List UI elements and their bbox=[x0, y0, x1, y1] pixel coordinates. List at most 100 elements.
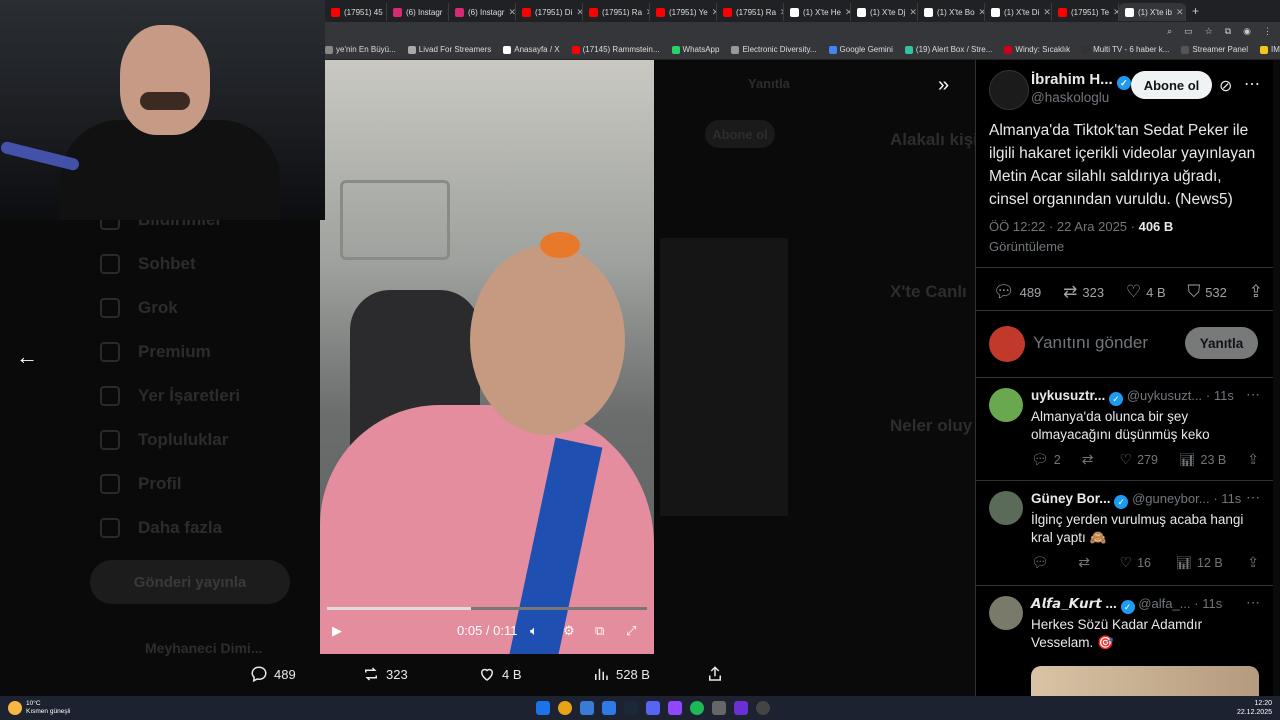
reply-item[interactable]: Güney Bor... ✓ @guneybor... · 11s ⋯ İlginç… bbox=[976, 480, 1273, 585]
tab-close-icon[interactable]: ✕ bbox=[576, 7, 582, 18]
new-tab-icon[interactable]: + bbox=[1186, 4, 1205, 18]
browser-tab[interactable]: (17951) Ye✕ bbox=[650, 3, 717, 21]
menu-icon[interactable]: ⋮ bbox=[1263, 26, 1272, 37]
reply-views-action[interactable]: 📊︎ 12 B bbox=[1175, 555, 1222, 571]
subscribe-button[interactable]: Abone ol bbox=[1131, 71, 1212, 99]
stat-replies[interactable]: 489 bbox=[250, 665, 296, 683]
browser-tab[interactable]: (17951) Ra✕ bbox=[717, 3, 784, 21]
start-icon[interactable] bbox=[536, 701, 550, 715]
tab-close-icon[interactable]: ✕ bbox=[909, 7, 917, 18]
fullscreen-icon[interactable]: ⤢ bbox=[626, 623, 636, 639]
bookmark-item[interactable]: (19) Alert Box / Stre... bbox=[904, 45, 992, 54]
reply-like-action[interactable]: ♡ 279 bbox=[1120, 451, 1158, 468]
browser-tab[interactable]: (1) X'te Dj ✕ bbox=[851, 3, 918, 21]
bookmark-item[interactable]: WhatsApp bbox=[671, 45, 719, 54]
chrome-icon[interactable] bbox=[558, 701, 572, 715]
tab-close-icon[interactable]: ✕ bbox=[1176, 7, 1184, 18]
share-action-icon[interactable]: ⇪ bbox=[1249, 282, 1263, 302]
app-icon[interactable] bbox=[712, 701, 726, 715]
browser-tab[interactable]: (1) X'te He✕ bbox=[784, 3, 851, 21]
discord-icon[interactable] bbox=[646, 701, 660, 715]
reply-action[interactable]: 💬︎ 489 bbox=[993, 282, 1041, 302]
reply-handle[interactable]: @guneybor... bbox=[1132, 491, 1210, 506]
bookmark-item[interactable]: Livad For Streamers bbox=[407, 45, 491, 54]
reply-reply-action[interactable]: 💬︎ 2 bbox=[1031, 451, 1061, 468]
bookmark-item[interactable]: Electronic Diversity... bbox=[731, 45, 817, 54]
reply-item[interactable]: 𝘼𝙡𝙛𝙖_𝙆𝙪𝙧𝙩 ... ✓ @alfa_... · 11s ⋯ Herkes S… bbox=[976, 585, 1273, 696]
bookmark-item[interactable]: Multi TV - 6 haber k... bbox=[1082, 45, 1169, 54]
author-avatar[interactable] bbox=[989, 70, 1029, 110]
grok-icon[interactable]: ⊘ bbox=[1219, 76, 1232, 96]
browser-tab[interactable]: (6) Instagr✕ bbox=[449, 3, 516, 21]
bookmark-item[interactable]: ye'nin En Büyü... bbox=[325, 45, 396, 54]
stat-views[interactable]: 528 B bbox=[592, 665, 650, 683]
repost-action[interactable]: ⇄ 323 bbox=[1063, 282, 1104, 302]
expand-panel-icon[interactable]: » bbox=[938, 74, 949, 97]
cast-icon[interactable]: ▭ bbox=[1184, 26, 1193, 37]
explorer-icon[interactable] bbox=[580, 701, 594, 715]
tab-close-icon[interactable]: ✕ bbox=[508, 7, 515, 18]
video-player[interactable]: ▶ 0:05 / 0:11 🔈︎ ⚙︎ ⧉ ⤢ bbox=[320, 60, 654, 654]
reply-submit-button[interactable]: Yanıtla bbox=[1185, 327, 1258, 359]
browser-tab[interactable]: (17951) Ra✕ bbox=[583, 3, 650, 21]
reply-avatar[interactable] bbox=[989, 491, 1023, 525]
profile-icon[interactable]: ◉ bbox=[1243, 26, 1251, 37]
browser-tab[interactable]: (17951) Di✕ bbox=[516, 3, 583, 21]
browser-tab[interactable]: (1) X'te Bo✕ bbox=[918, 3, 985, 21]
reply-handle[interactable]: @uykusuzt... bbox=[1127, 388, 1202, 403]
bookmark-item[interactable]: Google Gemini bbox=[828, 45, 893, 54]
reply-repost-action[interactable]: ⇄ bbox=[1082, 451, 1099, 468]
play-icon[interactable]: ▶ bbox=[332, 623, 342, 639]
reply-repost-action[interactable]: ⇄ bbox=[1078, 554, 1095, 571]
share-icon[interactable] bbox=[706, 665, 724, 683]
reply-more-icon[interactable]: ⋯ bbox=[1246, 489, 1260, 506]
weather-widget[interactable]: 10°C Kısmen güneşli bbox=[0, 700, 70, 716]
reply-avatar[interactable] bbox=[989, 388, 1023, 422]
reply-media[interactable] bbox=[1031, 666, 1259, 696]
more-options-icon[interactable]: ⋯ bbox=[1244, 74, 1260, 94]
like-action[interactable]: ♡ 4 B bbox=[1126, 282, 1166, 302]
volume-icon[interactable]: 🔈︎ bbox=[530, 623, 538, 639]
search-icon[interactable]: ⌕ bbox=[1167, 26, 1172, 37]
tab-close-icon[interactable]: ✕ bbox=[1043, 7, 1051, 18]
obs-icon[interactable] bbox=[756, 701, 770, 715]
reply-item[interactable]: uykusuztr... ✓ @uykusuzt... · 11s ⋯ Almany… bbox=[976, 377, 1273, 482]
reply-more-icon[interactable]: ⋯ bbox=[1246, 594, 1260, 611]
browser-tab[interactable]: (6) Instagr✕ bbox=[387, 3, 449, 21]
reply-reply-action[interactable]: 💬︎ bbox=[1031, 554, 1054, 571]
reply-like-action[interactable]: ♡ 16 bbox=[1120, 554, 1151, 571]
reply-share-icon[interactable]: ⇪ bbox=[1247, 554, 1259, 571]
reply-compose-input[interactable]: Yanıtını gönder bbox=[1033, 333, 1148, 353]
bookmark-item[interactable]: Windy: Sıcaklık bbox=[1004, 45, 1070, 54]
app-icon[interactable] bbox=[734, 701, 748, 715]
twitch-icon[interactable] bbox=[668, 701, 682, 715]
bookmark-action[interactable]: ⛉ 532 bbox=[1187, 282, 1226, 302]
app-icon[interactable] bbox=[602, 701, 616, 715]
browser-tab[interactable]: (1) X'te ib ✕ bbox=[1119, 3, 1186, 21]
bookmark-item[interactable]: (17145) Rammstein... bbox=[571, 45, 660, 54]
reply-views-action[interactable]: 📊︎ 23 B bbox=[1179, 452, 1226, 468]
stat-reposts[interactable]: 323 bbox=[362, 665, 408, 683]
browser-tab[interactable]: (17951) Te✕ bbox=[1052, 3, 1119, 21]
bookmark-item[interactable]: IMDb: Ratings, Revi... bbox=[1260, 45, 1280, 54]
reply-more-icon[interactable]: ⋯ bbox=[1246, 386, 1260, 403]
pip-icon[interactable]: ⧉ bbox=[595, 623, 604, 639]
reply-share-icon[interactable]: ⇪ bbox=[1247, 451, 1259, 468]
browser-tab[interactable]: (1) X'te Di ✕ bbox=[985, 3, 1052, 21]
browser-tab[interactable]: (17951) 45✕ bbox=[325, 3, 387, 21]
clock[interactable]: 12:20 22.12.2025 bbox=[1237, 699, 1272, 717]
video-progress-bar[interactable] bbox=[327, 607, 647, 610]
star-icon[interactable]: ☆ bbox=[1205, 26, 1213, 37]
stat-likes[interactable]: 4 B bbox=[478, 665, 522, 683]
bookmark-item[interactable]: Anasayfa / X bbox=[503, 45, 560, 54]
bookmark-item[interactable]: Streamer Panel bbox=[1181, 45, 1248, 54]
author-name[interactable]: İbrahim H... ✓ bbox=[1031, 71, 1131, 90]
steam-icon[interactable] bbox=[624, 701, 638, 715]
settings-icon[interactable]: ⚙︎ bbox=[563, 623, 575, 639]
extensions-icon[interactable]: ⧉ bbox=[1225, 26, 1231, 37]
back-arrow-icon[interactable]: ← bbox=[16, 344, 38, 370]
spotify-icon[interactable] bbox=[690, 701, 704, 715]
reply-name[interactable]: Güney Bor... bbox=[1031, 491, 1111, 506]
reply-name[interactable]: uykusuztr... bbox=[1031, 388, 1105, 403]
author-handle[interactable]: @haskologlu bbox=[1031, 90, 1109, 105]
